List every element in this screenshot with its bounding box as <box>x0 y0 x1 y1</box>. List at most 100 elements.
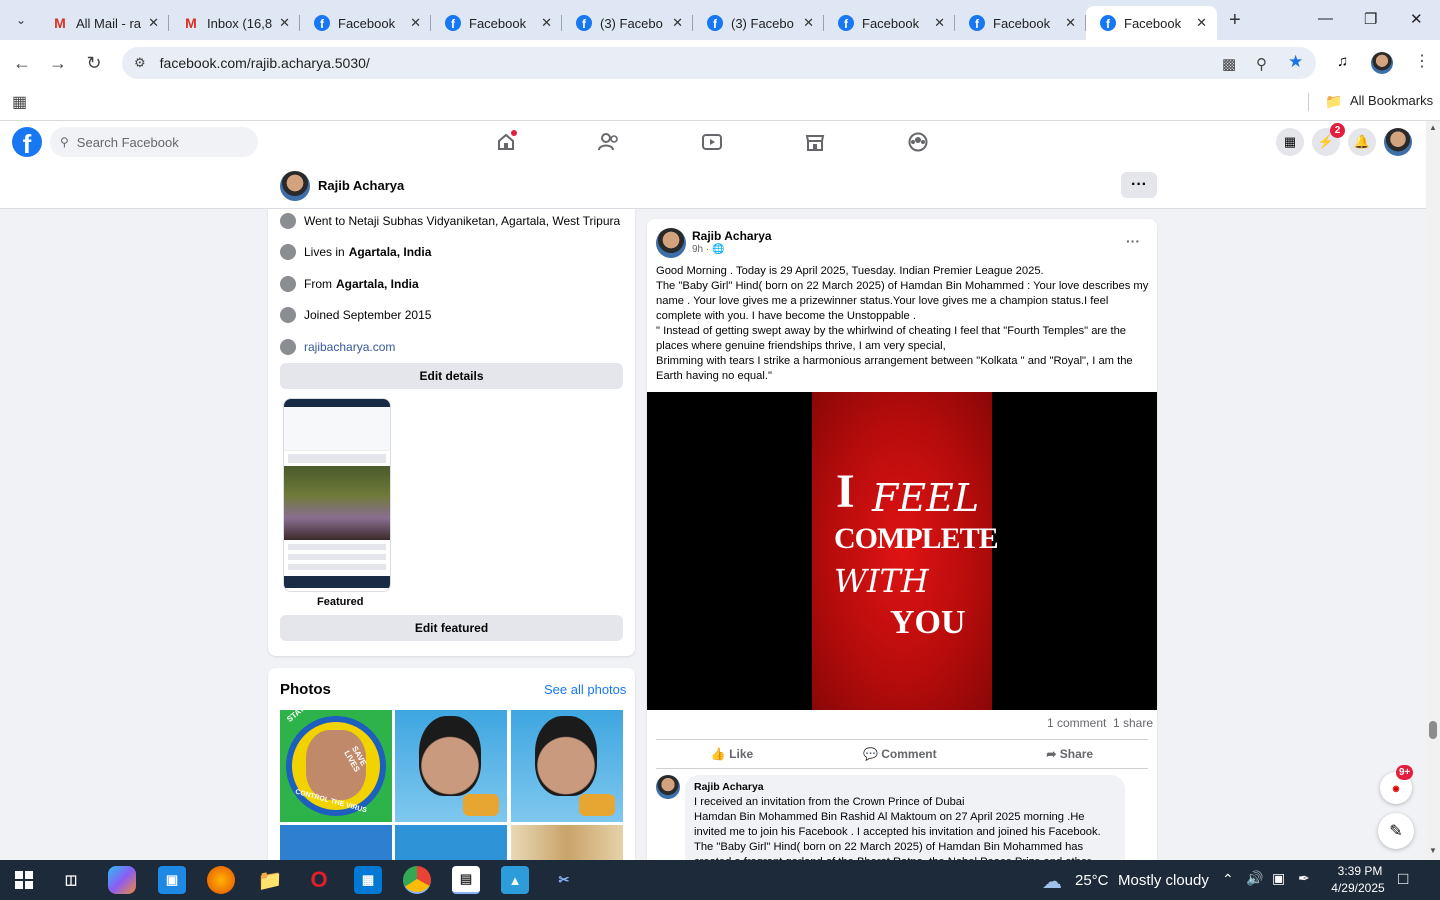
photo-thumbnail[interactable]: STAY ALERT SAVE LIVES CONTROL THE VIRUS <box>280 710 392 822</box>
photo-thumbnail[interactable] <box>511 710 623 822</box>
browser-tab[interactable]: f Facebook ✕ <box>955 6 1086 40</box>
post-author[interactable]: Rajib Acharya <box>692 229 772 243</box>
browser-tab[interactable]: M Inbox (16,8 ✕ <box>169 6 300 40</box>
see-all-photos-link[interactable]: See all photos <box>544 682 626 697</box>
tab-close-icon[interactable]: ✕ <box>541 15 552 31</box>
photo-thumbnail[interactable] <box>395 825 507 865</box>
photo-thumbnail[interactable] <box>280 825 392 865</box>
microsoft-store-icon[interactable]: ▦ <box>354 866 382 894</box>
website-link[interactable]: rajibacharya.com <box>304 340 395 354</box>
chrome-menu-icon[interactable]: ⋮ <box>1414 51 1430 71</box>
profile-name[interactable]: Rajib Acharya <box>318 178 404 193</box>
apps-grid-icon[interactable]: ▦ <box>12 92 27 112</box>
post-author-avatar[interactable] <box>656 228 686 258</box>
photos-app-icon[interactable]: ▲ <box>501 866 529 894</box>
tab-close-icon[interactable]: ✕ <box>279 15 290 31</box>
browser-tab[interactable]: f (3) Facebo ✕ <box>562 6 693 40</box>
address-bar[interactable]: ⚙ facebook.com/rajib.acharya.5030/ ▩ ⚲ ★ <box>122 47 1316 79</box>
weather-temperature[interactable]: 25°C <box>1075 872 1109 889</box>
snipping-tool-icon[interactable]: ✂ <box>550 866 578 894</box>
copilot-icon[interactable] <box>108 866 136 894</box>
new-tab-plus-icon[interactable]: + <box>1229 9 1241 32</box>
account-avatar[interactable] <box>1384 128 1412 156</box>
bookmark-star-icon[interactable]: ★ <box>1288 52 1303 72</box>
news-widget-icon[interactable]: ◉ 9+ <box>1380 765 1414 804</box>
feedback-app-icon[interactable]: ▣ <box>158 866 186 894</box>
browser-tab[interactable]: f (3) Facebo ✕ <box>693 6 824 40</box>
windows-start-icon[interactable] <box>10 866 38 894</box>
comment-button[interactable]: 💬 Comment <box>863 747 937 761</box>
clock-time[interactable]: 3:39 PM <box>1333 864 1387 878</box>
facebook-search-input[interactable]: ⚲ Search Facebook <box>50 127 258 157</box>
browser-tab[interactable]: f Facebook ✕ <box>1086 6 1217 40</box>
site-settings-icon[interactable]: ⚙ <box>134 55 146 71</box>
tab-search-chevron-icon[interactable]: ⌄ <box>4 5 38 35</box>
scrollbar-thumb[interactable] <box>1429 721 1437 739</box>
tab-close-icon[interactable]: ✕ <box>672 15 683 31</box>
like-button[interactable]: 👍 Like <box>711 747 753 761</box>
home-nav-icon[interactable] <box>494 130 518 154</box>
profile-avatar[interactable] <box>280 171 310 201</box>
chrome-icon[interactable] <box>403 866 431 894</box>
install-app-icon[interactable]: ▩ <box>1222 55 1236 73</box>
clock-date[interactable]: 4/29/2025 <box>1328 881 1388 895</box>
featured-thumbnail[interactable] <box>283 398 391 592</box>
page-scrollbar[interactable]: ▲ ▼ <box>1426 121 1440 860</box>
tab-close-icon[interactable]: ✕ <box>934 15 945 31</box>
share-button[interactable]: ➦ Share <box>1046 747 1093 761</box>
post-time[interactable]: 9h · 🌐 <box>692 244 724 255</box>
notification-center-icon[interactable]: □ <box>1398 869 1408 889</box>
scroll-down-icon[interactable]: ▼ <box>1429 846 1437 855</box>
shares-count[interactable]: 1 share <box>1113 716 1153 730</box>
photo-thumbnail[interactable] <box>395 710 507 822</box>
chrome-profile-avatar[interactable] <box>1371 52 1393 74</box>
browser-tab[interactable]: M All Mail - ra ✕ <box>38 6 169 40</box>
minimize-icon[interactable]: — <box>1318 10 1333 27</box>
new-message-compose-icon[interactable]: ✎ <box>1378 813 1414 849</box>
pen-icon[interactable]: ✒ <box>1298 870 1310 887</box>
messenger-icon[interactable]: ⚡ 2 <box>1312 123 1345 156</box>
task-view-icon[interactable]: ◫ <box>57 866 85 894</box>
tab-close-icon[interactable]: ✕ <box>148 15 159 31</box>
photo-thumbnail[interactable] <box>511 825 623 865</box>
firefox-icon[interactable] <box>207 866 235 894</box>
post-options-icon[interactable]: ··· <box>1126 233 1140 249</box>
video-nav-icon[interactable] <box>700 130 724 154</box>
all-bookmarks-link[interactable]: All Bookmarks <box>1350 93 1433 108</box>
browser-tab[interactable]: f Facebook ✕ <box>824 6 955 40</box>
volume-icon[interactable]: 🔊 <box>1246 870 1263 887</box>
media-control-icon[interactable]: ♫ <box>1337 53 1348 70</box>
tab-close-icon[interactable]: ✕ <box>410 15 421 31</box>
tab-close-icon[interactable]: ✕ <box>803 15 814 31</box>
reload-icon[interactable]: ↻ <box>76 53 112 74</box>
tab-close-icon[interactable]: ✕ <box>1196 15 1207 31</box>
tab-close-icon[interactable]: ✕ <box>1065 15 1076 31</box>
facebook-logo-icon[interactable]: f <box>12 127 42 157</box>
edit-details-button[interactable]: Edit details <box>280 363 623 389</box>
network-icon[interactable]: ▣ <box>1272 870 1285 887</box>
maximize-icon[interactable]: ❐ <box>1364 10 1377 28</box>
forward-arrow-icon[interactable]: → <box>40 53 76 74</box>
groups-nav-icon[interactable] <box>906 130 930 154</box>
file-explorer-icon[interactable]: 📁 <box>256 866 284 894</box>
browser-tab[interactable]: f Facebook ✕ <box>431 6 562 40</box>
back-arrow-icon[interactable]: ← <box>4 53 40 74</box>
window-close-icon[interactable]: ✕ <box>1410 10 1423 28</box>
weather-cloud-icon[interactable]: ☁ <box>1042 869 1062 894</box>
notepad-icon[interactable]: ▤ <box>452 866 480 894</box>
edit-featured-button[interactable]: Edit featured <box>280 615 623 641</box>
show-hidden-icons-chevron-icon[interactable]: ⌃ <box>1222 871 1234 888</box>
comments-count[interactable]: 1 comment <box>1047 716 1106 730</box>
weather-description[interactable]: Mostly cloudy <box>1118 872 1209 889</box>
profile-more-options-icon[interactable]: ··· <box>1121 172 1157 198</box>
opera-icon[interactable]: O <box>305 866 333 894</box>
scroll-up-icon[interactable]: ▲ <box>1429 123 1437 132</box>
notifications-bell-icon[interactable]: 🔔 <box>1348 128 1376 156</box>
zoom-icon[interactable]: ⚲ <box>1256 55 1267 73</box>
browser-tab[interactable]: f Facebook ✕ <box>300 6 431 40</box>
post-image[interactable]: I FEEL COMPLETE WITH YOU <box>647 392 1157 710</box>
comment-author-avatar[interactable] <box>656 775 680 799</box>
friends-nav-icon[interactable] <box>597 130 621 154</box>
comment-author[interactable]: Rajib Acharya <box>694 780 1116 795</box>
marketplace-nav-icon[interactable] <box>803 130 827 154</box>
